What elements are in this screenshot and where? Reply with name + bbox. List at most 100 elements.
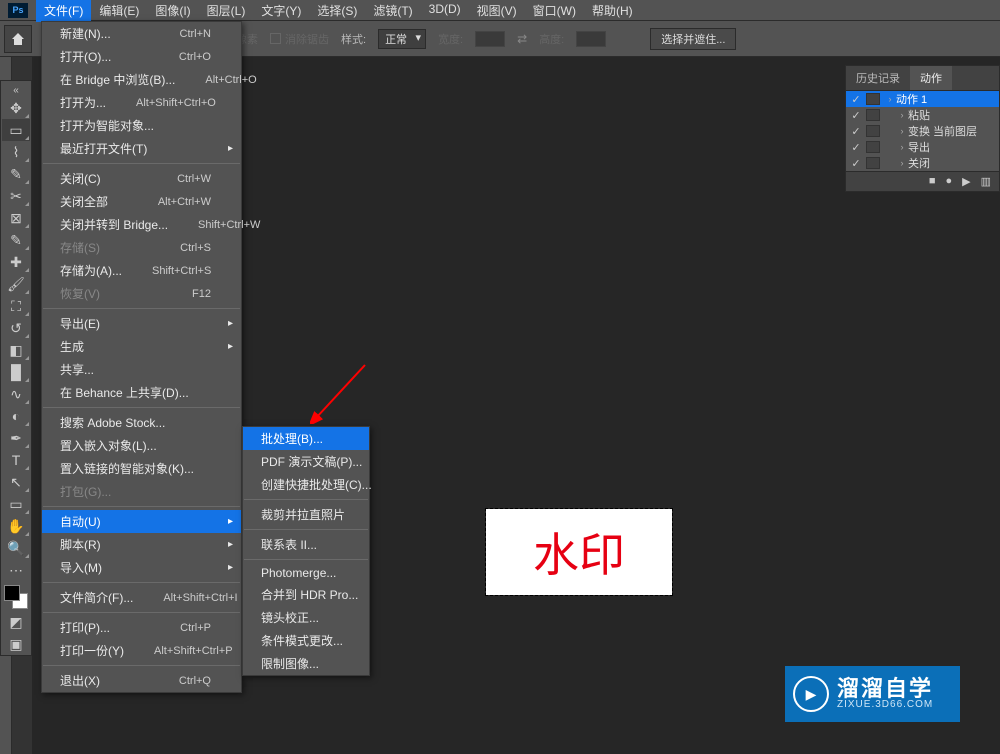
action-expand-2[interactable]: › xyxy=(896,126,908,136)
opt-width-box[interactable] xyxy=(475,31,505,47)
file-menu-item-28[interactable]: 文件简介(F)...Alt+Shift+Ctrl+I xyxy=(42,586,241,609)
tool-hand[interactable]: ✋ xyxy=(2,515,30,537)
tool-heal[interactable]: ✚ xyxy=(2,251,30,273)
tool-more[interactable]: ⋯ xyxy=(2,559,30,581)
menu-文件(F)[interactable]: 文件(F) xyxy=(36,0,91,22)
action-check-2[interactable]: ✓ xyxy=(850,125,862,138)
action-box-0[interactable] xyxy=(866,93,880,105)
tool-blur[interactable]: ∿ xyxy=(2,383,30,405)
file-menu-item-15[interactable]: 生成 xyxy=(42,335,241,358)
menu-窗口(W)[interactable]: 窗口(W) xyxy=(525,0,584,22)
file-menu-item-9[interactable]: 关闭并转到 Bridge...Shift+Ctrl+W xyxy=(42,213,241,236)
menu-视图(V)[interactable]: 视图(V) xyxy=(469,0,525,22)
color-swatches[interactable] xyxy=(2,583,30,611)
tool-rectangle[interactable]: ▭ xyxy=(2,493,30,515)
action-row-3[interactable]: ✓›导出 xyxy=(846,139,999,155)
menu-编辑(E)[interactable]: 编辑(E) xyxy=(91,0,147,22)
document-watermark[interactable]: 水印 xyxy=(486,509,672,595)
opt-antialias[interactable]: 消除锯齿 xyxy=(270,31,329,47)
auto-menu-item-11[interactable]: 条件模式更改... xyxy=(243,629,369,652)
select-and-mask-button[interactable]: 选择并遮住... xyxy=(650,28,736,50)
action-expand-4[interactable]: › xyxy=(896,158,908,168)
auto-menu-item-6[interactable]: 联系表 II... xyxy=(243,533,369,556)
action-expand-0[interactable]: › xyxy=(884,94,896,104)
tool-zoom[interactable]: 🔍 xyxy=(2,537,30,559)
file-menu-item-25[interactable]: 脚本(R) xyxy=(42,533,241,556)
file-menu-item-14[interactable]: 导出(E) xyxy=(42,312,241,335)
file-menu-item-21[interactable]: 置入链接的智能对象(K)... xyxy=(42,457,241,480)
file-menu-item-0[interactable]: 新建(N)...Ctrl+N xyxy=(42,22,241,45)
quickmask-icon[interactable]: ◩ xyxy=(2,611,30,633)
tool-move[interactable]: ✥ xyxy=(2,97,30,119)
action-box-4[interactable] xyxy=(866,157,880,169)
opt-height-box[interactable] xyxy=(576,31,606,47)
tool-crop[interactable]: ✂ xyxy=(2,185,30,207)
file-menu-item-33[interactable]: 退出(X)Ctrl+Q xyxy=(42,669,241,692)
file-menu-item-4[interactable]: 打开为智能对象... xyxy=(42,114,241,137)
file-menu-item-20[interactable]: 置入嵌入对象(L)... xyxy=(42,434,241,457)
tool-history-brush[interactable]: ↺ xyxy=(2,317,30,339)
screenmode-icon[interactable]: ▣ xyxy=(2,633,30,655)
tool-brush[interactable]: 🖌 xyxy=(2,273,30,295)
record-icon[interactable]: ● xyxy=(945,175,952,188)
action-expand-3[interactable]: › xyxy=(896,142,908,152)
tool-marquee[interactable]: ▭ xyxy=(2,119,30,141)
file-menu-item-8[interactable]: 关闭全部Alt+Ctrl+W xyxy=(42,190,241,213)
tool-frame[interactable]: ⊠ xyxy=(2,207,30,229)
tool-stamp[interactable]: ⛶ xyxy=(2,295,30,317)
tool-path-select[interactable]: ↖ xyxy=(2,471,30,493)
action-check-3[interactable]: ✓ xyxy=(850,141,862,154)
menu-图像(I)[interactable]: 图像(I) xyxy=(147,0,198,22)
file-menu-item-17[interactable]: 在 Behance 上共享(D)... xyxy=(42,381,241,404)
menu-文字(Y)[interactable]: 文字(Y) xyxy=(253,0,309,22)
folder-icon[interactable]: ▥ xyxy=(981,175,991,188)
home-icon[interactable] xyxy=(4,25,32,53)
file-menu-item-16[interactable]: 共享... xyxy=(42,358,241,381)
menu-3D(D)[interactable]: 3D(D) xyxy=(421,0,469,22)
file-menu-item-19[interactable]: 搜索 Adobe Stock... xyxy=(42,411,241,434)
tab-actions[interactable]: 动作 xyxy=(910,66,952,90)
auto-menu-item-10[interactable]: 镜头校正... xyxy=(243,606,369,629)
action-box-2[interactable] xyxy=(866,125,880,137)
tool-dodge[interactable]: ◐ xyxy=(2,405,30,427)
action-row-2[interactable]: ✓›变换 当前图层 xyxy=(846,123,999,139)
swap-icon[interactable]: ⇄ xyxy=(517,32,527,46)
menu-帮助(H)[interactable]: 帮助(H) xyxy=(584,0,641,22)
stop-icon[interactable]: ■ xyxy=(929,175,936,188)
file-menu-item-31[interactable]: 打印一份(Y)Alt+Shift+Ctrl+P xyxy=(42,639,241,662)
action-check-0[interactable]: ✓ xyxy=(850,93,862,106)
auto-menu-item-4[interactable]: 裁剪并拉直照片 xyxy=(243,503,369,526)
file-menu-item-30[interactable]: 打印(P)...Ctrl+P xyxy=(42,616,241,639)
opt-style-select[interactable]: 正常 ▾ xyxy=(378,29,426,49)
action-expand-1[interactable]: › xyxy=(896,110,908,120)
tool-pen[interactable]: ✒ xyxy=(2,427,30,449)
action-check-4[interactable]: ✓ xyxy=(850,157,862,170)
tool-quick-select[interactable]: ✎ xyxy=(2,163,30,185)
action-box-3[interactable] xyxy=(866,141,880,153)
toolbar-collapse[interactable]: « xyxy=(2,83,30,97)
auto-menu-item-8[interactable]: Photomerge... xyxy=(243,563,369,583)
tool-eyedropper[interactable]: ✎ xyxy=(2,229,30,251)
action-check-1[interactable]: ✓ xyxy=(850,109,862,122)
auto-menu-item-0[interactable]: 批处理(B)... xyxy=(243,427,369,450)
file-menu-item-26[interactable]: 导入(M) xyxy=(42,556,241,579)
file-menu-item-2[interactable]: 在 Bridge 中浏览(B)...Alt+Ctrl+O xyxy=(42,68,241,91)
tool-type[interactable]: T xyxy=(2,449,30,471)
play-icon[interactable]: ▶ xyxy=(962,175,970,188)
auto-menu-item-1[interactable]: PDF 演示文稿(P)... xyxy=(243,450,369,473)
file-menu-item-24[interactable]: 自动(U) xyxy=(42,510,241,533)
tool-gradient[interactable]: █ xyxy=(2,361,30,383)
menu-选择(S)[interactable]: 选择(S) xyxy=(309,0,365,22)
auto-menu-item-2[interactable]: 创建快捷批处理(C)... xyxy=(243,473,369,496)
antialias-checkbox[interactable] xyxy=(270,33,281,44)
action-row-4[interactable]: ✓›关闭 xyxy=(846,155,999,171)
file-menu-item-11[interactable]: 存储为(A)...Shift+Ctrl+S xyxy=(42,259,241,282)
menu-滤镜(T)[interactable]: 滤镜(T) xyxy=(365,0,420,22)
tool-eraser[interactable]: ◧ xyxy=(2,339,30,361)
file-menu-item-5[interactable]: 最近打开文件(T) xyxy=(42,137,241,160)
action-box-1[interactable] xyxy=(866,109,880,121)
tab-history[interactable]: 历史记录 xyxy=(846,66,910,90)
menu-图层(L)[interactable]: 图层(L) xyxy=(199,0,254,22)
auto-menu-item-9[interactable]: 合并到 HDR Pro... xyxy=(243,583,369,606)
file-menu-item-3[interactable]: 打开为...Alt+Shift+Ctrl+O xyxy=(42,91,241,114)
